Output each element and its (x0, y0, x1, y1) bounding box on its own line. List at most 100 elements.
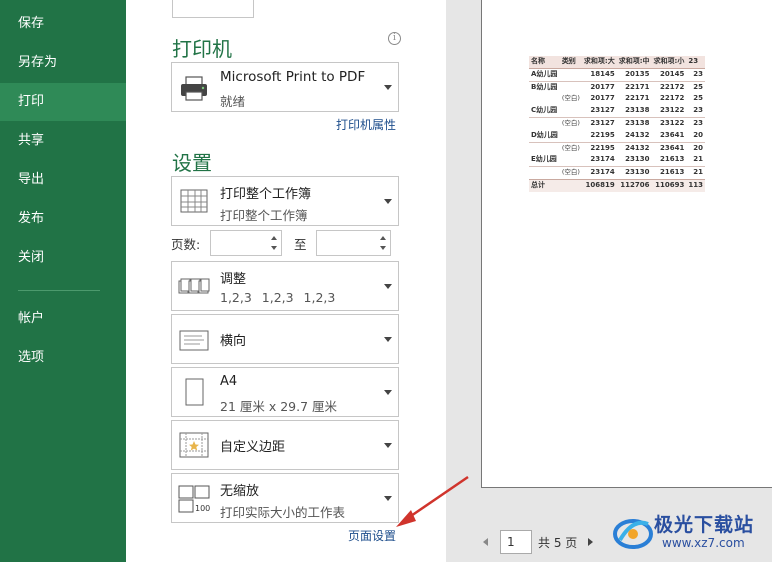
row-category (559, 67, 582, 82)
nav-item-close[interactable]: 关闭 (0, 239, 126, 277)
chevron-down-icon (384, 496, 392, 501)
watermark-name: 极光下载站 (654, 514, 755, 536)
row-category: (空白) (559, 166, 582, 180)
previous-page-icon[interactable] (483, 538, 488, 546)
column-header: 名称 (529, 56, 560, 69)
nav-item-export[interactable]: 导出 (0, 161, 126, 199)
table-cell: 23138 (616, 116, 652, 130)
table-row: D幼儿园 22195 24132 23641 20 (529, 130, 705, 142)
page-setup-link[interactable]: 页面设置 (348, 527, 396, 544)
orientation-dropdown[interactable]: 横向 (171, 314, 399, 364)
table-cell: 21613 (659, 155, 685, 164)
table-cell: 20 (693, 130, 703, 139)
table-cell: 20 (686, 141, 705, 155)
table-row: E幼儿园 23174 23130 21613 21 (529, 154, 705, 166)
table-cell: 22195 (581, 141, 617, 155)
spin-down-icon[interactable] (271, 246, 277, 250)
spin-up-icon[interactable] (380, 236, 386, 240)
row-label: A幼儿园 (529, 67, 560, 82)
svg-text:100: 100 (195, 504, 210, 513)
paper-size-desc: 21 厘米 x 29.7 厘米 (220, 399, 338, 414)
print-scope-dropdown[interactable]: 打印整个工作簿 打印整个工作簿 (171, 176, 399, 226)
row-category (560, 130, 582, 142)
table-row: (空白) 22195 24132 23641 20 (529, 141, 705, 155)
table-cell: 23 (693, 106, 703, 115)
paper-size-dropdown[interactable]: A4 21 厘米 x 29.7 厘米 (171, 367, 399, 417)
row-label (529, 141, 560, 155)
nav-item-account[interactable]: 帐户 (0, 300, 126, 338)
collate-label: 调整 (220, 272, 247, 287)
margins-icon (179, 432, 209, 458)
table-cell: 23 (686, 67, 705, 82)
table-row: (空白) 23127 23138 23122 23 (529, 116, 705, 130)
table-cell: 18145 (581, 67, 617, 82)
table-cell: 22172 (651, 80, 687, 94)
row-label: C幼儿园 (531, 106, 558, 115)
table-row: (空白) 23174 23130 21613 21 (529, 166, 705, 180)
scaling-desc: 打印实际大小的工作表 (220, 505, 346, 520)
nav-item-options[interactable]: 选项 (0, 339, 126, 377)
printer-dropdown[interactable]: Microsoft Print to PDF 就绪 (171, 62, 399, 112)
copies-input[interactable] (172, 0, 254, 18)
printer-icon (181, 76, 207, 101)
table-cell: 23 (686, 116, 705, 130)
printer-properties-link[interactable]: 打印机属性 (336, 116, 396, 133)
nav-item-save[interactable]: 保存 (0, 5, 126, 43)
table-cell: 23130 (625, 155, 650, 164)
current-page-input[interactable]: 1 (500, 530, 532, 554)
pages-to-label: 至 (294, 237, 307, 252)
watermark-url: www.xz7.com (662, 536, 745, 550)
table-cell: 21 (686, 166, 705, 180)
nav-item-save-as[interactable]: 另存为 (0, 44, 126, 82)
next-page-icon[interactable] (588, 538, 593, 546)
table-cell: 22171 (625, 94, 650, 103)
chevron-down-icon (384, 199, 392, 204)
table-header-row: 名称 类别 求和项:大 求和项:中 求和项:小 23 (529, 56, 705, 69)
margins-label: 自定义边距 (220, 440, 286, 455)
row-category (560, 105, 582, 117)
chevron-down-icon (384, 337, 392, 342)
row-category (559, 80, 582, 94)
collate-dropdown[interactable]: 调整 1,2,3 1,2,3 1,2,3 (171, 261, 399, 311)
table-cell: 20177 (581, 80, 617, 94)
table-row: (空白) 20177 22171 22172 25 (529, 93, 705, 105)
backstage-nav: 保存 另存为 打印 共享 导出 发布 关闭 帐户 选项 (0, 0, 126, 562)
row-label (529, 93, 560, 105)
print-scope-desc: 打印整个工作簿 (220, 208, 308, 223)
table-cell: 24132 (625, 130, 650, 139)
table-cell: 23174 (581, 166, 617, 180)
table-cell: 21 (693, 155, 703, 164)
table-total-row: 总计 106819 112706 110693 113 (529, 178, 705, 192)
info-icon[interactable]: i (388, 32, 401, 45)
row-category: (空白) (559, 116, 582, 130)
row-category: (空白) (561, 94, 580, 103)
scaling-dropdown[interactable]: 100 无缩放 打印实际大小的工作表 (171, 473, 399, 523)
watermark-logo-icon (613, 519, 653, 549)
margins-dropdown[interactable]: 自定义边距 (171, 420, 399, 470)
print-settings-panel: 打印机 i Microsoft Print to PDF 就绪 打印机属性 设置… (126, 0, 446, 562)
table-cell: 113 (686, 178, 705, 192)
table-cell: 23127 (581, 116, 617, 130)
orientation-label: 横向 (220, 334, 247, 349)
print-scope-label: 打印整个工作簿 (220, 187, 312, 202)
table-cell: 23138 (625, 106, 650, 115)
printer-section-title: 打印机 (172, 37, 232, 61)
spin-up-icon[interactable] (271, 236, 277, 240)
nav-item-print[interactable]: 打印 (0, 83, 126, 121)
column-header: 类别 (559, 56, 582, 69)
nav-item-publish[interactable]: 发布 (0, 200, 126, 238)
table-cell: 20145 (651, 67, 687, 82)
pages-label: 页数: (171, 237, 201, 252)
landscape-page-icon (179, 330, 209, 351)
nav-item-share[interactable]: 共享 (0, 122, 126, 160)
column-header: 求和项:小 (651, 56, 687, 69)
row-label: D幼儿园 (531, 130, 558, 139)
table-cell: 22172 (659, 94, 685, 103)
table-cell: 25 (686, 80, 705, 94)
table-cell: 23130 (616, 166, 652, 180)
spin-down-icon[interactable] (380, 246, 386, 250)
page-to-input[interactable] (316, 230, 391, 256)
table-cell: 23127 (590, 106, 615, 115)
page-from-input[interactable] (210, 230, 282, 256)
table-cell: 23641 (651, 141, 687, 155)
